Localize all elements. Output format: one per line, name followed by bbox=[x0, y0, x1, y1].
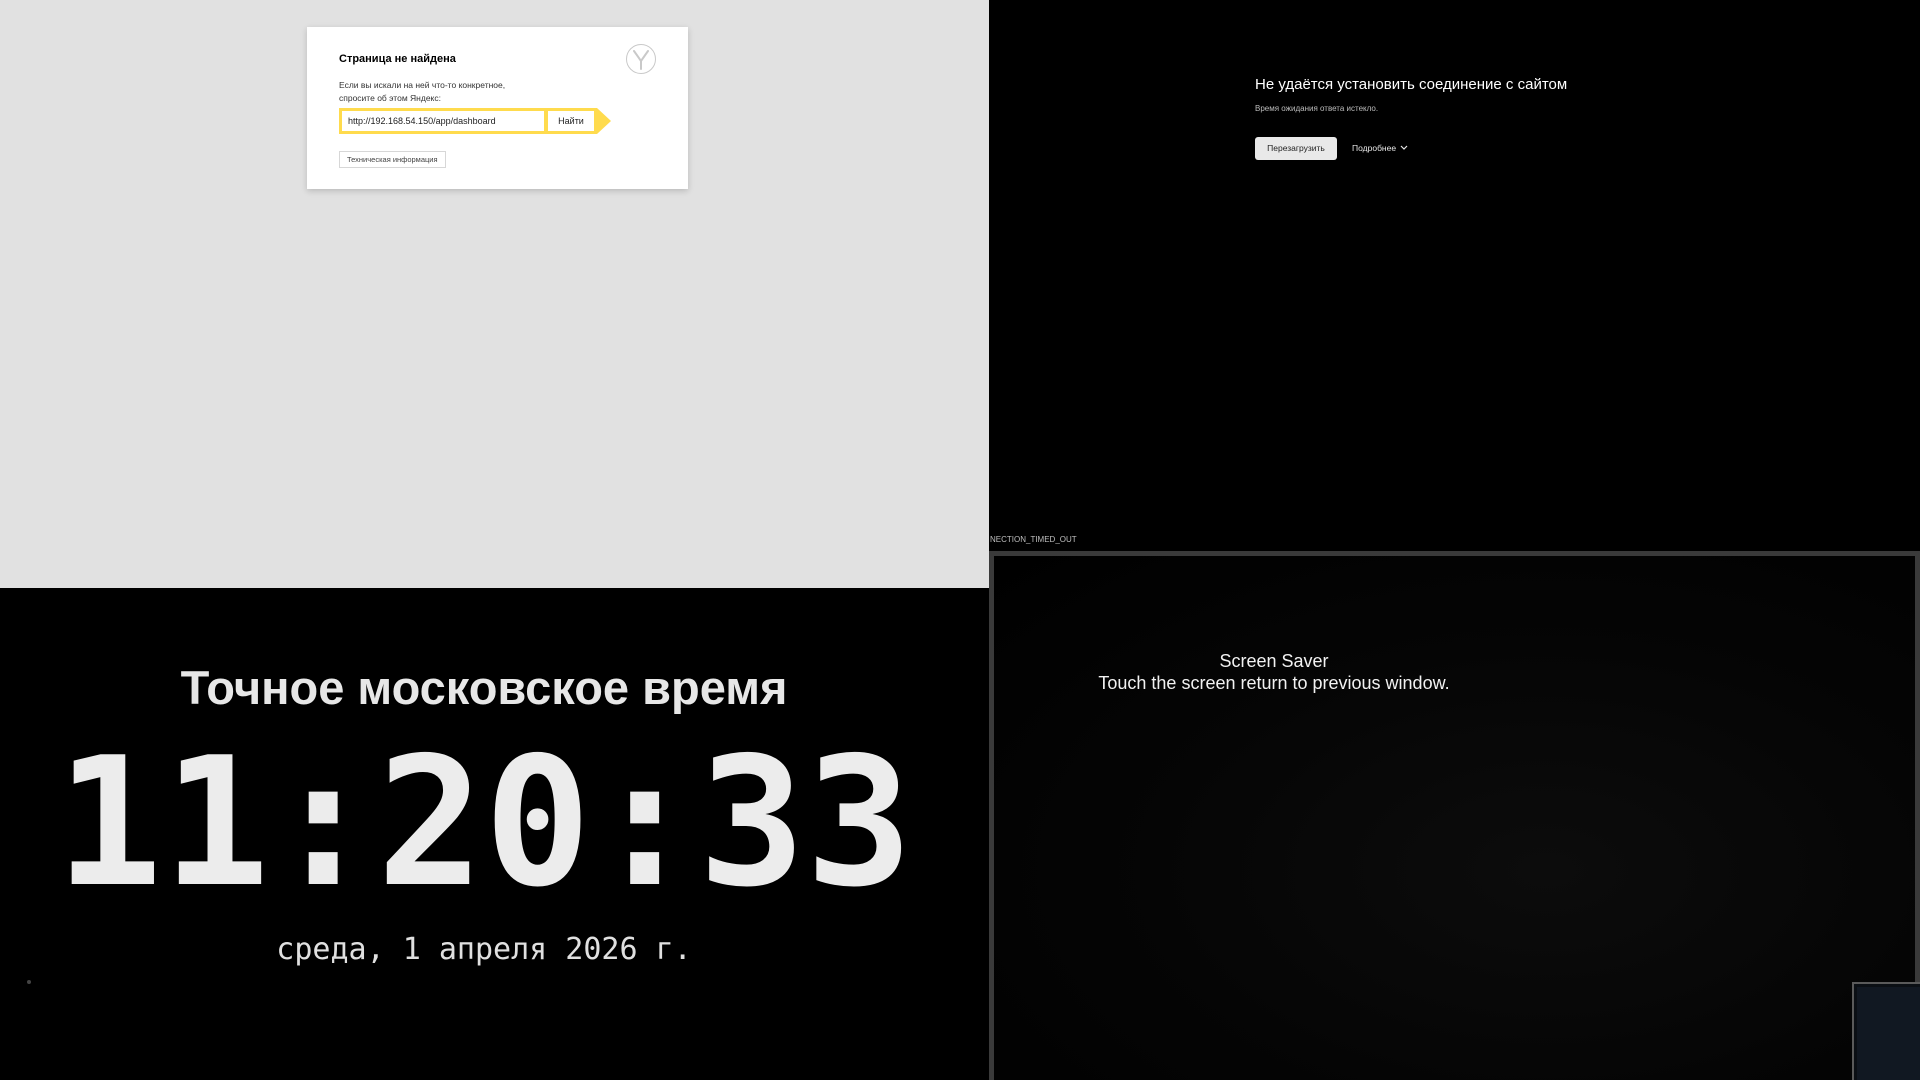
clock-date: среда, 1 апреля 2026 г. bbox=[276, 932, 692, 967]
error-code: NECTION_TIMED_OUT bbox=[990, 535, 1077, 544]
yandex-search-form: Найти bbox=[339, 108, 611, 134]
connection-error-subtitle: Время ожидания ответа истекло. bbox=[1255, 104, 1379, 113]
yandex-y-logo-icon[interactable] bbox=[626, 44, 656, 74]
search-frame-arrow bbox=[597, 108, 611, 134]
details-button[interactable]: Подробнее bbox=[1352, 137, 1408, 160]
yandex-not-found-pane: Страница не найдена Если вы искали на не… bbox=[0, 0, 989, 588]
chevron-down-icon bbox=[1400, 137, 1408, 160]
clock-title: Точное московское время bbox=[180, 661, 788, 714]
search-input[interactable] bbox=[342, 111, 544, 131]
tech-info-button[interactable]: Техническая информация bbox=[339, 151, 446, 168]
screen-saver-title: Screen Saver bbox=[1219, 651, 1329, 671]
not-found-description: Если вы искали на ней что-то конкретное,… bbox=[339, 80, 506, 103]
connection-error-pane: Не удаётся установить соединение с сайто… bbox=[989, 0, 1920, 528]
not-found-title: Страница не найдена bbox=[339, 53, 456, 65]
details-label: Подробнее bbox=[1352, 143, 1397, 153]
screen-saver-pane: NECTION_TIMED_OUT Screen Saver Touch the… bbox=[989, 528, 1920, 1080]
screen-saver-window[interactable]: Screen Saver Touch the screen return to … bbox=[989, 551, 1920, 1080]
not-found-card: Страница не найдена Если вы искали на не… bbox=[307, 27, 688, 189]
find-button[interactable]: Найти bbox=[548, 111, 594, 131]
connection-error-title: Не удаётся установить соединение с сайто… bbox=[1255, 76, 1568, 93]
screen-saver-message: Touch the screen return to previous wind… bbox=[1098, 673, 1450, 693]
cursor-dot bbox=[27, 980, 31, 984]
corner-window[interactable] bbox=[1852, 982, 1920, 1080]
reload-button[interactable]: Перезагрузить bbox=[1255, 137, 1337, 160]
clock-time: 11:20:33 bbox=[55, 719, 913, 926]
screen-saver-surface[interactable]: Screen Saver Touch the screen return to … bbox=[994, 556, 1915, 1080]
corner-window-content bbox=[1857, 987, 1920, 1080]
moscow-clock-pane: Точное московское время 11:20:33 среда, … bbox=[0, 588, 989, 1080]
